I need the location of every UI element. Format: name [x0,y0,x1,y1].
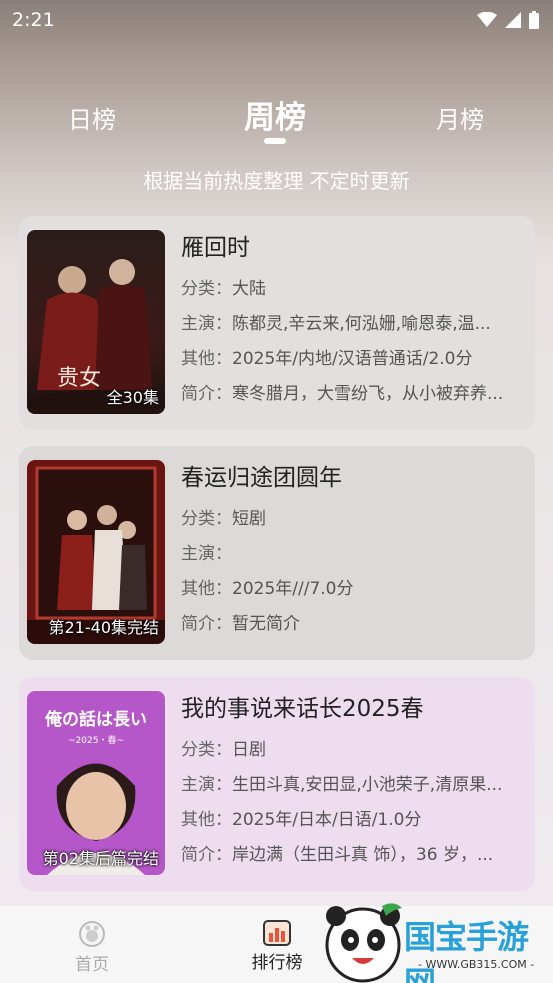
cast-label: 主演： [181,775,232,795]
status-time: 2:21 [12,9,55,31]
drama-card[interactable]: 俺の話は長い ~2025・春~ 第02集后篇完结 我的事说来话长2025春 分类… [19,677,535,891]
nav-home-label: 首页 [75,955,109,975]
status-bar: 2:21 [0,0,553,40]
cast-label: 主演： [181,314,232,334]
poster-title-text: 贵女 [57,366,101,391]
intro-row: 简介：寒冬腊月，大雪纷飞，从小被弃养... [181,377,529,412]
other-label: 其他： [181,579,232,599]
poster-image: 俺の話は長い ~2025・春~ 第02集后篇完结 [27,691,165,875]
intro-value: 岸边满（生田斗真 饰），36 岁，... [232,845,494,865]
status-icons [477,11,539,29]
intro-row: 简介：暂无简介 [181,607,529,642]
tab-monthly[interactable]: 月榜 [436,100,484,135]
other-label: 其他： [181,349,232,369]
tab-daily[interactable]: 日榜 [68,100,116,135]
intro-label: 简介： [181,845,232,865]
poster-subtitle-text: ~2025・春~ [68,734,124,746]
category-row: 分类：日剧 [181,733,529,768]
other-row: 其他：2025年///7.0分 [181,572,529,607]
drama-title: 春运归途团圆年 [181,465,342,491]
poster-image: 第21-40集完结 [27,460,165,644]
drama-card[interactable]: 贵女 全30集 雁回时 分类：大陆 主演：陈都灵,辛云来,何泓姗,喻恩泰,温..… [19,216,535,430]
drama-title: 雁回时 [181,235,250,261]
category-label: 分类： [181,509,232,529]
other-row: 其他：2025年/日本/日语/1.0分 [181,803,529,838]
other-value: 2025年///7.0分 [232,579,354,599]
episode-badge: 第02集后篇完结 [42,849,159,868]
signal-icon [505,12,521,28]
cast-row: 主演： [181,537,529,572]
cast-value: 生田斗真,安田显,小池荣子,清原果... [232,775,503,795]
drama-title: 我的事说来话长2025春 [181,696,424,722]
nav-home[interactable]: 首页 [62,920,122,975]
intro-label: 简介： [181,384,232,404]
other-row: 其他：2025年/内地/汉语普通话/2.0分 [181,342,529,377]
cast-row: 主演：陈都灵,辛云来,何泓姗,喻恩泰,温... [181,307,529,342]
site-watermark: 国宝手游网 - WWW.GB315.COM - [322,900,553,983]
poster-title-text: 俺の話は長い [44,709,147,730]
nav-ranking[interactable]: 排行榜 [244,920,310,973]
cast-row: 主演：生田斗真,安田显,小池荣子,清原果... [181,768,529,803]
ranking-subtitle: 根据当前热度整理 不定时更新 [143,169,410,193]
intro-label: 简介： [181,614,232,634]
other-value: 2025年/日本/日语/1.0分 [232,810,422,830]
category-value: 大陆 [232,279,266,299]
other-value: 2025年/内地/汉语普通话/2.0分 [232,349,473,369]
watermark-url: - WWW.GB315.COM - [418,958,535,971]
panda-logo-icon [325,903,402,983]
intro-value: 寒冬腊月，大雪纷飞，从小被弃养... [232,384,504,404]
episode-badge: 第21-40集完结 [48,618,160,637]
ranking-tabs: 日榜 周榜 月榜 [0,92,553,148]
tab-weekly[interactable]: 周榜 [244,92,306,137]
category-label: 分类： [181,740,232,760]
home-icon [79,921,105,947]
intro-value: 暂无简介 [232,614,300,634]
ranking-icon [263,920,291,946]
poster-image: 贵女 全30集 [27,230,165,414]
cast-value: 陈都灵,辛云来,何泓姗,喻恩泰,温... [232,314,491,334]
intro-row: 简介：岸边满（生田斗真 饰），36 岁，... [181,838,529,873]
category-value: 日剧 [232,740,266,760]
nav-ranking-label: 排行榜 [251,953,303,973]
category-row: 分类：短剧 [181,502,529,537]
tab-indicator [264,138,286,144]
cast-label: 主演： [181,544,232,564]
category-label: 分类： [181,279,232,299]
other-label: 其他： [181,810,232,830]
battery-icon [529,11,539,29]
watermark-text: 国宝手游网 [404,918,529,983]
category-value: 短剧 [232,509,266,529]
drama-card[interactable]: 第21-40集完结 春运归途团圆年 分类：短剧 主演： 其他：2025年///7… [19,446,535,660]
category-row: 分类：大陆 [181,272,529,307]
episode-badge: 全30集 [106,388,159,407]
wifi-icon [477,12,497,27]
